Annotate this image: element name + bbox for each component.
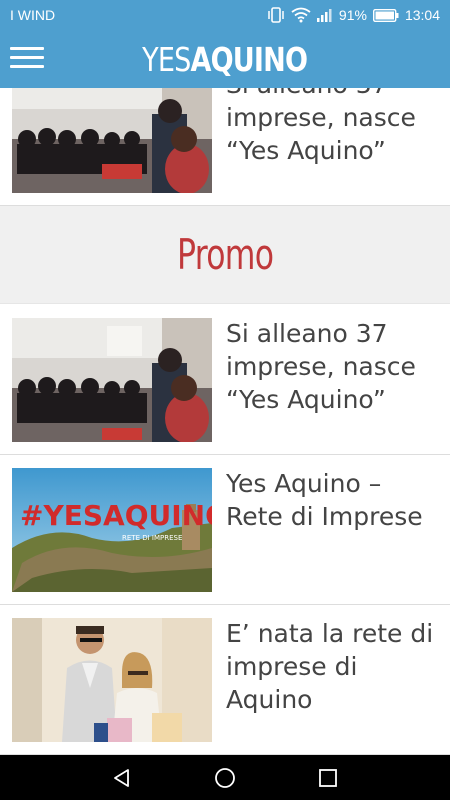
brand-logo-light: YES (142, 39, 191, 79)
brand-logo[interactable]: YESAQUINO (142, 39, 309, 79)
wifi-icon (291, 7, 311, 23)
back-triangle-icon[interactable] (102, 758, 142, 798)
section-title: Promo (176, 230, 274, 279)
thumb-hashtag: #YESAQUINO (20, 499, 212, 532)
article-thumbnail (12, 318, 212, 442)
article-card[interactable]: E’ nata la rete di imprese di Aquino (0, 605, 450, 755)
article-title[interactable]: Yes Aquino – Rete di Imprese (226, 467, 444, 533)
article-feed[interactable]: Si alleano 37 imprese, nasce “Yes Aquino… (0, 88, 450, 755)
article-thumbnail (12, 618, 212, 742)
thumb-subtitle: RETE DI IMPRESE (122, 534, 182, 542)
article-title[interactable]: Si alleano 37 imprese, nasce “Yes Aquino… (226, 88, 444, 167)
status-bar: I WIND 91% 13:04 (0, 0, 450, 30)
article-title[interactable]: E’ nata la rete di imprese di Aquino (226, 617, 444, 716)
app-bar: YESAQUINO (0, 30, 450, 88)
article-thumbnail: #YESAQUINO RETE DI IMPRESE (12, 468, 212, 592)
hamburger-menu-icon[interactable] (10, 47, 44, 73)
battery-percent: 91% (338, 7, 367, 23)
system-nav-bar (0, 755, 450, 800)
battery-icon (372, 8, 399, 22)
article-title[interactable]: Si alleano 37 imprese, nasce “Yes Aquino… (226, 317, 444, 416)
carrier-label: I WIND (10, 7, 56, 23)
section-header: Promo (0, 206, 450, 304)
article-thumbnail (12, 88, 212, 193)
signal-icon (316, 8, 333, 22)
status-icons: 91% 13:04 (267, 7, 440, 23)
recents-square-icon[interactable] (308, 758, 348, 798)
article-card[interactable]: #YESAQUINO RETE DI IMPRESE Yes Aquino – … (0, 455, 450, 605)
article-card-partial[interactable]: Si alleano 37 imprese, nasce “Yes Aquino… (0, 88, 450, 206)
article-card[interactable]: Si alleano 37 imprese, nasce “Yes Aquino… (0, 305, 450, 455)
vibrate-icon (267, 7, 285, 23)
home-circle-icon[interactable] (205, 758, 245, 798)
clock: 13:04 (404, 7, 440, 23)
brand-logo-bold: AQUINO (190, 39, 309, 79)
